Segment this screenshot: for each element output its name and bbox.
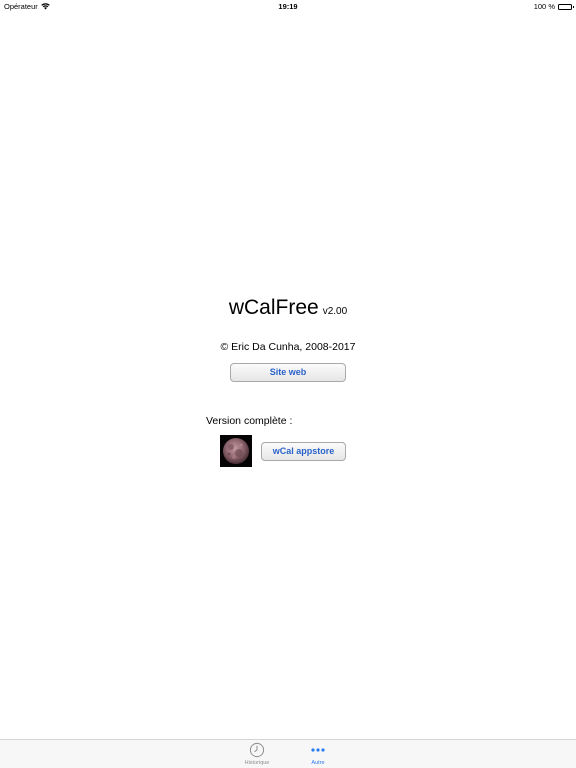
moon-icon: [220, 435, 252, 467]
more-dots-icon: [311, 748, 325, 752]
status-bar: Opérateur 19:19 100 %: [0, 0, 576, 12]
copyright-text: © Eric Da Cunha, 2008-2017: [0, 341, 576, 353]
tab-history-label: Historique: [244, 760, 270, 766]
battery-percentage: 100 %: [533, 2, 555, 11]
tab-bar: Historique Autre: [0, 739, 576, 768]
app-version: v2.00: [322, 306, 348, 317]
tab-other[interactable]: Autre: [288, 742, 348, 766]
full-version-label: Version complète :: [206, 415, 293, 427]
tab-other-label: Autre: [311, 760, 325, 766]
copyright-label: © Eric Da Cunha, 2008-2017: [220, 341, 356, 353]
app-title: wCalFree: [228, 296, 319, 319]
moon-app-icon[interactable]: [220, 435, 252, 467]
app-title-row: wCalFree v2.00: [0, 296, 576, 320]
screen: Opérateur 19:19 100 % wCalFree v2.00 © Er…: [0, 0, 576, 768]
clock-icon: [249, 742, 265, 758]
tab-history[interactable]: Historique: [227, 742, 287, 766]
status-right: 100 %: [533, 2, 574, 11]
status-time: 19:19: [278, 2, 298, 11]
appstore-button[interactable]: wCal appstore: [261, 442, 346, 461]
battery-icon: [558, 3, 574, 10]
website-button[interactable]: Site web: [230, 363, 346, 382]
